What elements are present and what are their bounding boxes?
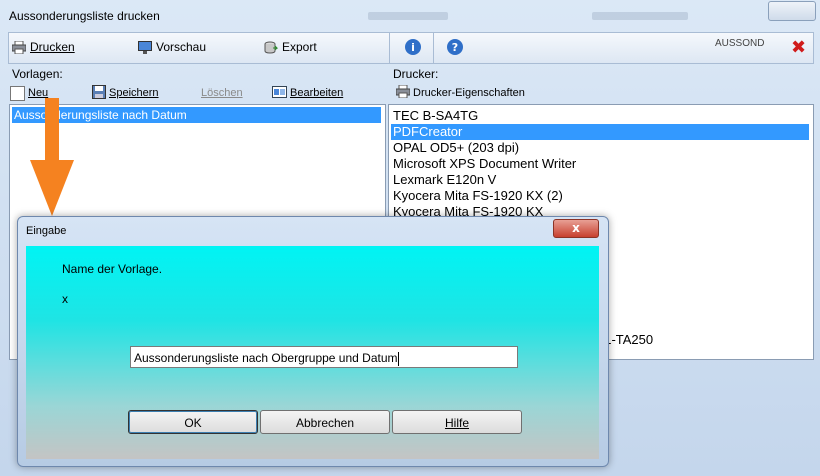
printer-icon [395,84,411,101]
edit-icon [272,85,287,101]
database-export-icon [264,41,279,54]
printer-properties-label: Drucker-Eigenschaften [413,87,525,99]
blurred-background-text [592,12,688,20]
floppy-icon [92,84,106,102]
dialog-detail: x [62,292,68,306]
blurred-background-text [368,12,448,20]
title-bar: Aussonderungsliste drucken [0,0,820,30]
preview-label: Vorschau [156,40,207,54]
preview-button[interactable]: Vorschau [138,38,206,56]
list-item[interactable]: TEC B-SA4TG [391,108,809,124]
input-dialog: Eingabe x Name der Vorlage. x Aussonderu… [17,216,609,467]
orange-arrow-annotation [30,98,74,216]
list-item[interactable]: PDFCreator [391,124,809,140]
template-name-input[interactable]: Aussonderungsliste nach Obergruppe und D… [130,346,518,368]
delete-label: Löschen [201,87,243,99]
edit-label: Bearbeiten [290,87,344,99]
help-icon: ? [447,39,463,55]
printer-properties-button[interactable]: Drucker-Eigenschaften [395,84,525,101]
printer-icon [11,40,27,54]
text-cursor [397,351,399,366]
template-name-value: Aussonderungsliste nach Obergruppe und D… [134,351,398,365]
print-label: Drucken [30,40,75,54]
list-item[interactable]: Lexmark E120n V [391,172,809,188]
list-item[interactable]: Microsoft XPS Document Writer [391,156,809,172]
ok-button[interactable]: OK [128,410,258,434]
save-template-button[interactable]: Speichern [92,84,159,102]
form-code: AUSSOND [715,38,765,49]
dialog-close-button[interactable]: x [553,219,599,238]
dialog-title: Eingabe [26,225,67,237]
save-label: Speichern [109,87,159,99]
list-item[interactable]: OPAL OD5+ (203 dpi) [391,140,809,156]
export-button[interactable]: Export [264,38,317,56]
main-toolbar: Drucken Vorschau Export i ? AUSSOND ✖ [8,32,814,64]
help-dialog-button[interactable]: Hilfe [392,410,522,434]
dialog-client-area: Name der Vorlage. x Aussonderungsliste n… [26,246,599,459]
info-icon: i [405,39,421,55]
export-label: Export [282,40,317,54]
close-red-icon[interactable]: ✖ [791,37,806,58]
toolbar-divider [389,33,390,63]
edit-template-button[interactable]: Bearbeiten [272,85,344,101]
window-close-button[interactable] [768,1,816,21]
dialog-prompt: Name der Vorlage. [62,262,163,276]
cancel-button[interactable]: Abbrechen [260,410,390,434]
monitor-icon [138,40,152,54]
templates-label: Vorlagen: [12,67,63,81]
print-button[interactable]: Drucken [11,38,75,56]
window-title: Aussonderungsliste drucken [9,9,160,23]
printers-label: Drucker: [393,67,439,81]
delete-template-button[interactable]: Löschen [201,86,243,100]
list-item[interactable]: Kyocera Mita FS-1920 KX (2) [391,188,809,204]
help-button[interactable]: ? [447,38,463,56]
info-button[interactable]: i [405,38,421,56]
print-window: Aussonderungsliste drucken Drucken Vorsc… [0,0,820,476]
checkbox-icon [10,85,25,101]
toolbar-divider [433,33,434,63]
